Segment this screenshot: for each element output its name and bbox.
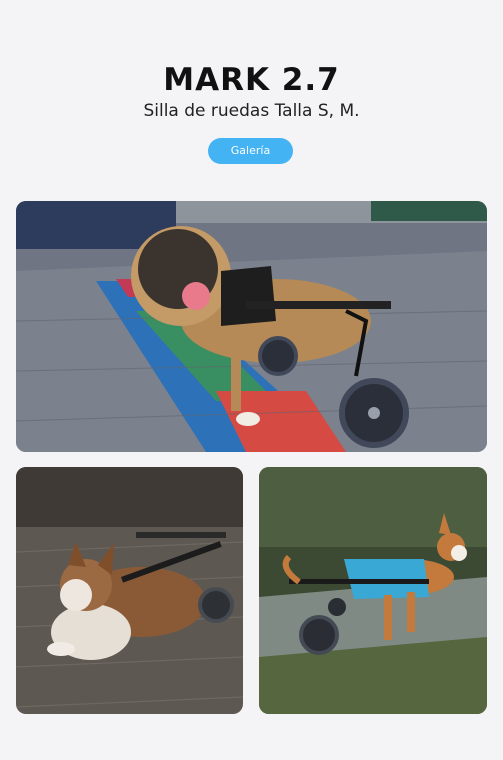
photo-dog-blue-coat-wheelchair[interactable] [259,467,487,714]
photo-corgi-wheelchair[interactable] [16,467,243,714]
product-title: MARK 2.7 [163,62,340,98]
corgi-wheelchair-image [16,467,243,714]
product-header: MARK 2.7 Silla de ruedas Talla S, M. [0,62,503,122]
photo-pug-wheelchair[interactable] [16,201,487,452]
dog-blue-coat-image [259,467,487,714]
gallery-button[interactable]: Galería [208,138,293,164]
product-subtitle: Silla de ruedas Talla S, M. [143,101,360,121]
pug-wheelchair-image [16,201,487,452]
